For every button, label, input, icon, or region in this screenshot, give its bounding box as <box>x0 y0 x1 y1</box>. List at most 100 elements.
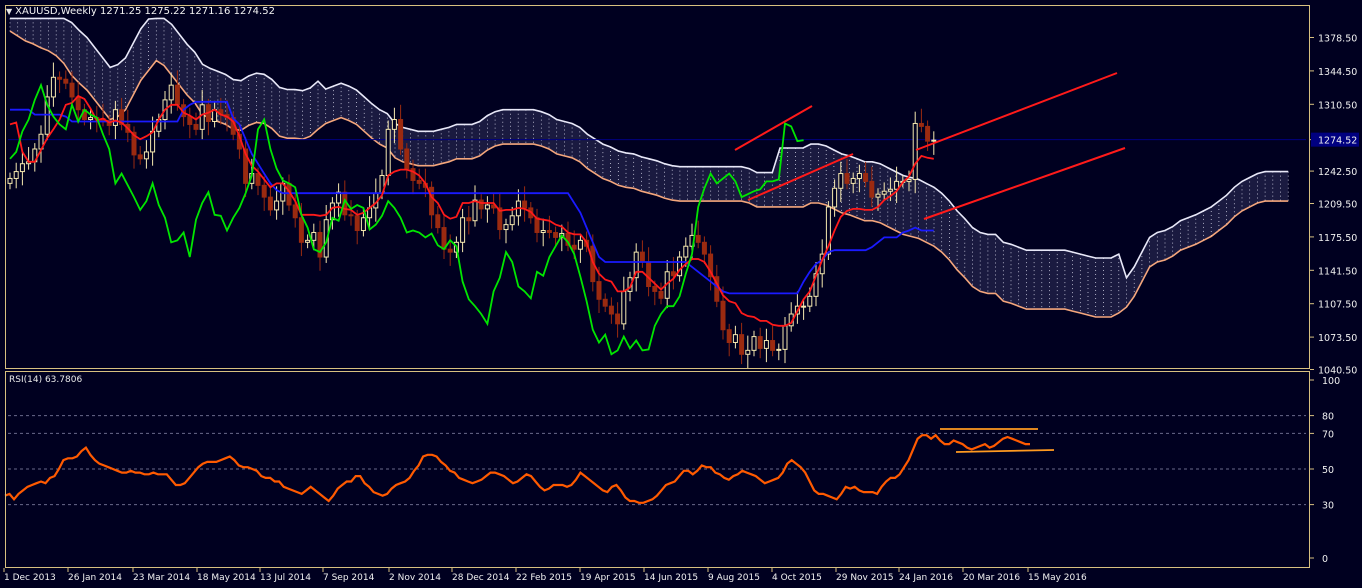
bear-candle <box>701 241 707 255</box>
bull-candle <box>683 245 689 258</box>
bear-candle <box>615 313 621 325</box>
bear-candle <box>918 122 924 127</box>
bear-candle <box>726 329 732 343</box>
bear-candle <box>720 300 726 331</box>
bull-candle <box>360 217 366 232</box>
bull-candle <box>7 177 13 184</box>
date-tick-label: 24 Jan 2016 <box>899 573 953 583</box>
bear-candle <box>398 119 404 150</box>
bear-candle <box>639 251 645 263</box>
bear-candle <box>658 290 664 299</box>
bear-candle <box>652 286 658 292</box>
bear-candle <box>546 230 552 233</box>
bear-candle <box>317 231 323 258</box>
bear-candle <box>193 123 199 130</box>
bear-candle <box>57 76 63 80</box>
bear-candle <box>292 204 298 219</box>
bull-candle <box>168 84 174 101</box>
date-tick-label: 15 May 2016 <box>1028 573 1087 583</box>
bear-candle <box>261 184 267 198</box>
bear-candle <box>863 173 869 182</box>
bear-candle <box>757 336 763 349</box>
bear-candle <box>174 84 180 106</box>
price-tick-label: 1344.50 <box>1318 67 1357 78</box>
bear-candle <box>429 186 435 216</box>
price-tick-label: 1141.50 <box>1318 266 1357 277</box>
bear-candle <box>739 334 745 355</box>
date-tick-label: 18 May 2014 <box>197 573 256 583</box>
bull-candle <box>881 190 887 195</box>
bear-candle <box>187 116 193 125</box>
bear-candle <box>602 298 608 307</box>
bull-candle <box>875 193 881 198</box>
rsi-tick-label: 70 <box>1322 429 1334 440</box>
bear-candle <box>925 125 931 142</box>
date-tick-label: 20 Mar 2016 <box>963 573 1020 583</box>
bull-candle <box>807 295 813 307</box>
bull-candle <box>838 173 844 189</box>
bull-candle <box>305 239 311 243</box>
price-tick-label: 1310.50 <box>1318 100 1357 111</box>
bull-candle <box>621 290 627 325</box>
bull-candle <box>763 340 769 349</box>
rsi-tick-label: 100 <box>1322 376 1340 387</box>
bull-candle <box>577 239 583 250</box>
bear-candle <box>646 261 652 288</box>
bear-candle <box>69 82 75 98</box>
date-tick-label: 4 Oct 2015 <box>772 573 822 583</box>
bear-candle <box>608 305 614 315</box>
bull-candle <box>745 349 751 355</box>
bear-candle <box>522 200 528 209</box>
bear-candle <box>354 215 360 232</box>
bull-candle <box>509 215 515 226</box>
bull-candle <box>311 231 317 241</box>
price-tick-label: 1073.50 <box>1318 333 1357 344</box>
price-tick-label: 1209.50 <box>1318 200 1357 211</box>
bear-candle <box>553 231 559 238</box>
bear-candle <box>596 281 602 300</box>
rsi-tick-label: 80 <box>1322 412 1334 423</box>
date-tick-label: 19 Apr 2015 <box>580 573 636 583</box>
date-tick-label: 29 Nov 2015 <box>836 573 894 583</box>
bull-candle <box>385 128 391 177</box>
price-tick-label: 1274.52 <box>1318 136 1357 147</box>
bull-candle <box>13 171 19 179</box>
bull-candle <box>832 187 838 208</box>
bull-candle <box>906 178 912 182</box>
date-tick-label: 13 Jul 2014 <box>260 573 311 583</box>
bull-candle <box>801 305 807 308</box>
bear-candle <box>466 217 472 222</box>
date-tick-label: 7 Sep 2014 <box>323 573 375 583</box>
bear-candle <box>844 173 850 184</box>
rsi-label: RSI(14) 63.7806 <box>9 375 83 385</box>
bear-candle <box>869 180 875 198</box>
chart-header: ▼ XAUUSD,Weekly 1271.25 1275.22 1271.16 1… <box>6 6 275 17</box>
bull-candle <box>88 117 94 121</box>
date-tick-label: 23 Mar 2014 <box>133 573 190 583</box>
bull-candle <box>850 177 856 184</box>
bull-candle <box>782 325 788 350</box>
bear-candle <box>695 234 701 243</box>
bull-candle <box>484 204 490 210</box>
date-tick-label: 28 Dec 2014 <box>452 573 510 583</box>
bear-candle <box>404 148 410 170</box>
bull-candle <box>274 200 280 211</box>
date-tick-label: 26 Jan 2014 <box>68 573 122 583</box>
symbol-line: XAUUSD,Weekly 1271.25 1275.22 1271.16 12… <box>15 6 275 17</box>
bull-candle <box>19 163 25 173</box>
bear-candle <box>534 217 540 233</box>
chart-canvas: 1378.50 1344.50 1310.50 1274.52 1242.50 1209.… <box>0 0 1362 588</box>
date-tick-label: 9 Aug 2015 <box>708 573 760 583</box>
bull-candle <box>112 109 118 126</box>
price-tick-label: 1107.50 <box>1318 300 1357 311</box>
bull-candle <box>199 104 205 130</box>
bear-candle <box>435 214 441 229</box>
dropdown-arrow-icon[interactable]: ▼ <box>6 7 12 16</box>
date-tick-label: 1 Dec 2013 <box>4 573 56 583</box>
rsi-tick-label: 30 <box>1322 501 1334 512</box>
rsi-tick-label: 0 <box>1322 554 1328 565</box>
bull-candle <box>776 348 782 351</box>
bull-candle <box>887 188 893 192</box>
bull-candle <box>912 122 918 180</box>
price-tick-label: 1378.50 <box>1318 34 1357 45</box>
